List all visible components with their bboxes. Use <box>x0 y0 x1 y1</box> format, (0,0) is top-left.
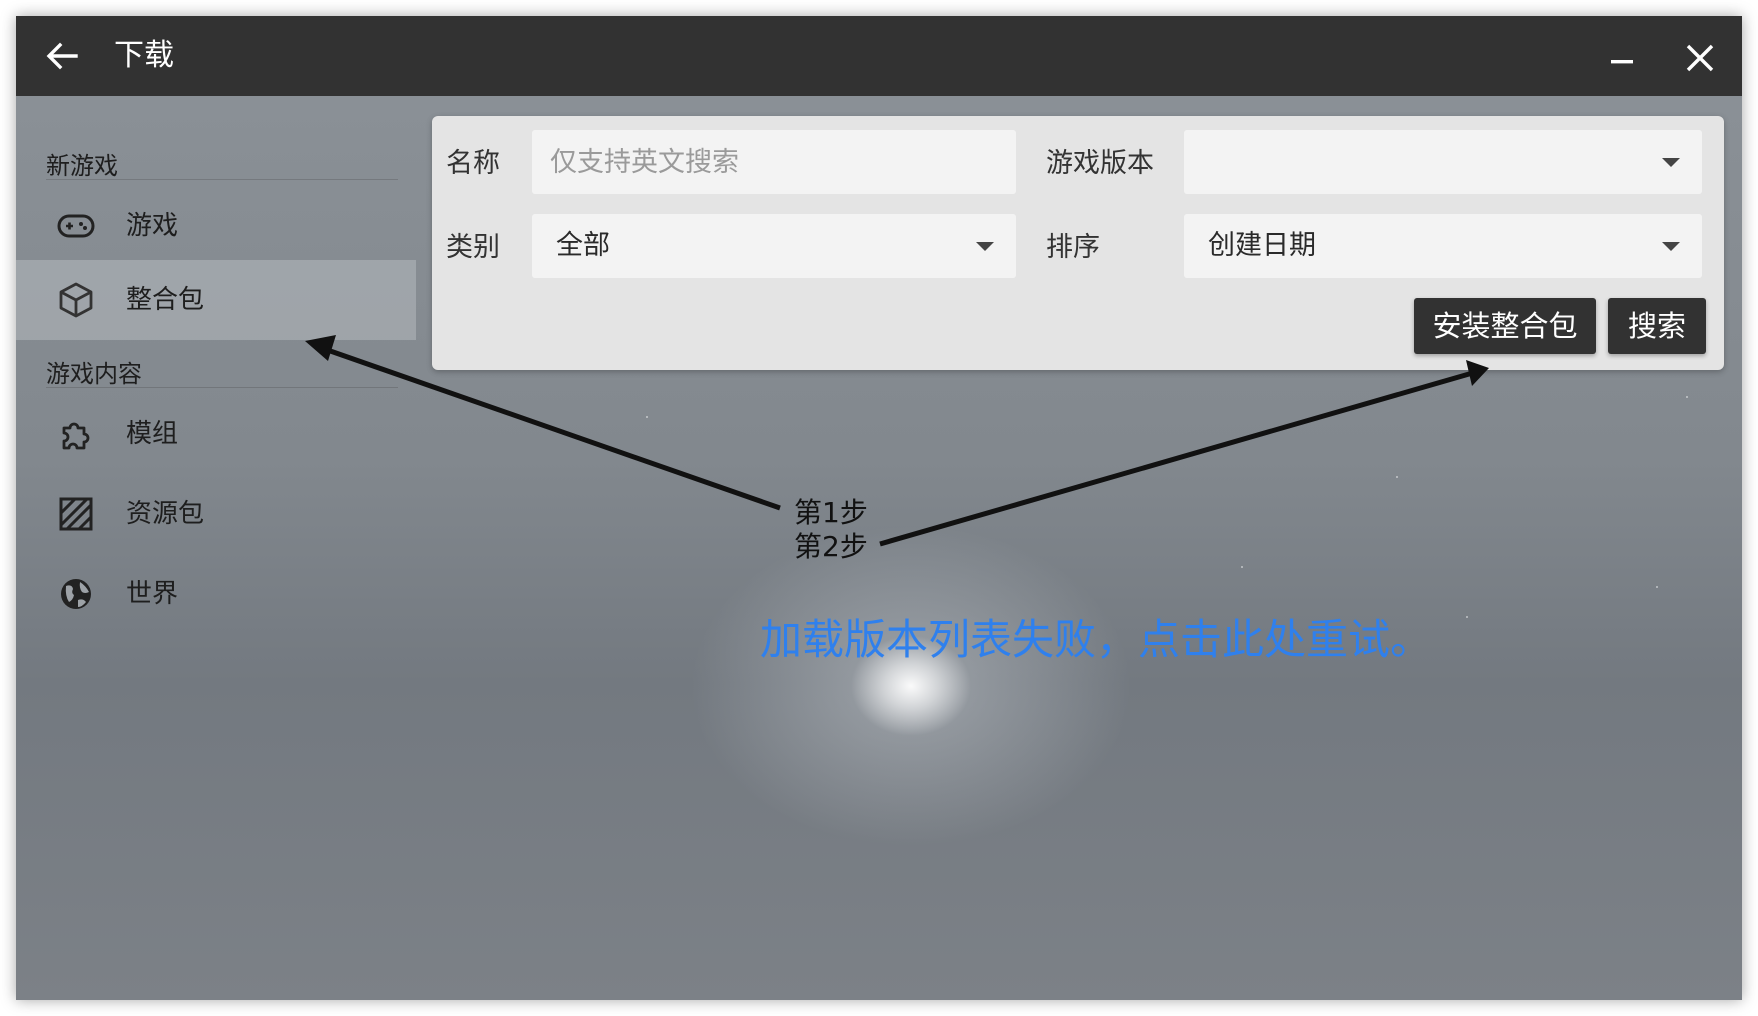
arrow-step1-line <box>315 343 781 511</box>
arrow-step2-line <box>879 369 1477 547</box>
arrow-head-icon <box>305 335 336 361</box>
arrow-head-icon <box>1466 360 1489 386</box>
annotation-arrows <box>305 335 1489 547</box>
step1-label: 第1步 <box>794 496 868 529</box>
download-window: 下载 新游戏 游戏 整合包 游戏内容 模组 资源包 世界 名称 仅支持英文搜索 … <box>16 16 1742 1000</box>
step2-label: 第2步 <box>794 530 868 563</box>
